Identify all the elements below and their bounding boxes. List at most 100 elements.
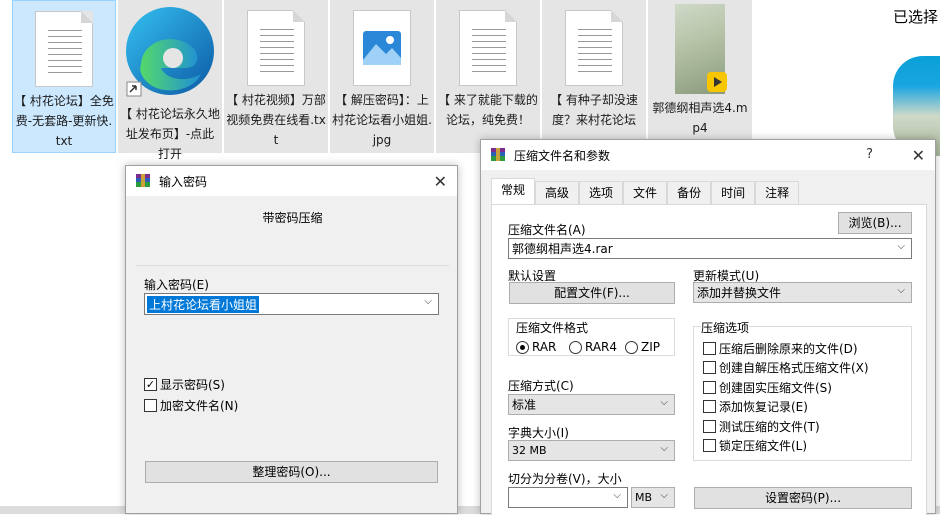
file-item[interactable]: 【 有种子却没速度？来村花论坛 [542, 0, 646, 153]
video-thumbnail [675, 4, 727, 94]
player-badge-icon [707, 72, 727, 92]
chevron-down-icon[interactable]: ⌵ [897, 285, 905, 296]
file-item[interactable]: 【 解压密码】：上村花论坛看小姐姐.jpg [330, 0, 434, 153]
tab-bar: 常规 高级 选项 文件 备份 时间 注释 [491, 178, 800, 205]
radio-icon[interactable] [516, 340, 529, 354]
radio-icon[interactable] [569, 340, 582, 354]
selection-info: 已选择 [893, 8, 939, 26]
text-file-icon [247, 10, 305, 86]
file-item[interactable]: 郭德纲相声选4.mp4 [648, 0, 752, 153]
checkbox-icon[interactable]: ✓ [144, 378, 157, 391]
option-sfx[interactable]: 创建自解压格式压缩文件(X) [703, 359, 869, 376]
method-select[interactable]: 标准 ⌵ [508, 394, 675, 415]
chevron-down-icon[interactable]: ⌵ [613, 490, 621, 501]
tab-backup[interactable]: 备份 [667, 181, 712, 205]
radio-icon[interactable] [625, 340, 638, 354]
dialog-heading: 带密码压缩 [262, 211, 323, 225]
file-name: 【 来了就能下载的论坛，纯免费！ [438, 93, 538, 127]
option-recovery-record[interactable]: 添加恢复记录(E) [703, 398, 808, 415]
format-radio-zip[interactable]: ZIP [625, 340, 660, 354]
profiles-button[interactable]: 配置文件(F)... [509, 282, 675, 304]
file-name: 【 村花论坛】全免费-无套路-更新快.txt [14, 94, 114, 148]
tab-files[interactable]: 文件 [623, 181, 668, 205]
checkbox-icon[interactable] [703, 420, 716, 433]
tab-options[interactable]: 选项 [579, 181, 624, 205]
tab-general[interactable]: 常规 [491, 178, 536, 205]
password-input[interactable]: 上村花论坛看小姐姐 ⌵ [144, 293, 439, 315]
password-label: 输入密码(E) [144, 278, 209, 292]
encrypt-names-checkbox[interactable]: 加密文件名(N) [144, 397, 238, 414]
show-password-checkbox[interactable]: ✓ 显示密码(S) [144, 376, 225, 393]
checkbox-icon[interactable] [703, 342, 716, 355]
file-name: 【 村花论坛永久地址发布页】-点此打开 [120, 107, 220, 161]
dialog-title: 压缩文件名和参数 [514, 148, 611, 163]
tab-comment[interactable]: 注释 [755, 181, 800, 205]
file-item[interactable]: 【 来了就能下载的论坛，纯免费！ [436, 0, 540, 153]
option-test[interactable]: 测试压缩的文件(T) [703, 418, 820, 435]
close-icon[interactable]: ✕ [434, 172, 447, 191]
update-mode-value: 添加并替换文件 [697, 286, 782, 300]
chevron-down-icon[interactable]: ⌵ [424, 296, 432, 307]
encrypt-names-label: 加密文件名(N) [160, 399, 239, 413]
option-label: 添加恢复记录(E) [719, 400, 808, 414]
format-radio-rar[interactable]: RAR [516, 340, 556, 354]
dict-size-select[interactable]: 32 MB ⌵ [508, 440, 675, 461]
format-zip-label: ZIP [641, 340, 660, 354]
chevron-down-icon[interactable]: ⌵ [897, 241, 905, 252]
close-icon[interactable]: ✕ [912, 146, 925, 165]
option-label: 创建自解压格式压缩文件(X) [719, 361, 869, 375]
option-label: 压缩后删除原来的文件(D) [719, 342, 858, 356]
checkbox-icon[interactable] [144, 399, 157, 412]
archive-name-value[interactable]: 郭德纲相声选4.rar [512, 240, 613, 257]
chevron-down-icon[interactable]: ⌵ [660, 490, 668, 501]
split-size-input[interactable]: ⌵ [508, 487, 628, 508]
image-file-icon [353, 10, 411, 86]
format-rar-label: RAR [532, 340, 557, 354]
split-unit-select[interactable]: MB ⌵ [631, 487, 675, 508]
format-label: 压缩文件格式 [516, 319, 589, 336]
format-rar4-label: RAR4 [585, 340, 618, 354]
option-label: 测试压缩的文件(T) [719, 420, 820, 434]
dict-size-value: 32 MB [512, 444, 547, 457]
file-list: 【 村花论坛】全免费-无套路-更新快.txt 【 村花论坛永久地址发布页】-点此… [0, 0, 940, 161]
file-item[interactable]: 【 村花论坛永久地址发布页】-点此打开 [118, 0, 222, 161]
set-password-button[interactable]: 设置密码(P)... [694, 487, 912, 509]
update-mode-select[interactable]: 添加并替换文件 ⌵ [693, 282, 912, 303]
checkbox-icon[interactable] [703, 361, 716, 374]
method-label: 压缩方式(C) [508, 379, 574, 393]
option-lock[interactable]: 锁定压缩文件(L) [703, 437, 807, 454]
option-label: 锁定压缩文件(L) [719, 439, 808, 453]
option-delete-after[interactable]: 压缩后删除原来的文件(D) [703, 340, 858, 357]
help-icon[interactable]: ? [866, 147, 873, 162]
option-label: 创建固实压缩文件(S) [719, 381, 832, 395]
dict-size-label: 字典大小(I) [508, 426, 569, 440]
archive-name-input[interactable]: 郭德纲相声选4.rar ⌵ [508, 238, 912, 259]
options-label: 压缩选项 [701, 319, 750, 336]
checkbox-icon[interactable] [703, 381, 716, 394]
organize-passwords-button[interactable]: 整理密码(O)... [145, 461, 438, 483]
dialog-titlebar: 输入密码 ✕ [126, 166, 457, 196]
tab-time[interactable]: 时间 [711, 181, 756, 205]
tab-advanced[interactable]: 高级 [535, 181, 580, 205]
chevron-down-icon[interactable]: ⌵ [660, 443, 668, 454]
archive-name-label: 压缩文件名(A) [508, 223, 586, 237]
file-name: 【 有种子却没速度？来村花论坛 [550, 93, 638, 127]
option-solid[interactable]: 创建固实压缩文件(S) [703, 379, 832, 396]
checkbox-icon[interactable] [703, 400, 716, 413]
checkbox-icon[interactable] [703, 439, 716, 452]
text-file-icon [565, 10, 623, 86]
dialog-title: 输入密码 [159, 174, 208, 189]
split-label: 切分为分卷(V)，大小 [508, 472, 622, 486]
text-file-icon [35, 11, 93, 87]
file-item[interactable]: 【 村花视频】万部视频免费在线看.txt [224, 0, 328, 153]
winrar-icon [136, 174, 150, 187]
file-item[interactable]: 【 村花论坛】全免费-无套路-更新快.txt [12, 0, 116, 153]
chevron-down-icon[interactable]: ⌵ [660, 397, 668, 408]
archive-dialog: 压缩文件名和参数 ? ✕ 常规 高级 选项 文件 备份 时间 注释 压缩文件名(… [480, 139, 936, 515]
show-password-label: 显示密码(S) [160, 378, 225, 392]
browse-button[interactable]: 浏览(B)... [838, 212, 912, 234]
file-name: 郭德纲相声选4.mp4 [652, 101, 748, 135]
file-name: 【 解压密码】：上村花论坛看小姐姐.jpg [332, 93, 432, 147]
password-value[interactable]: 上村花论坛看小姐姐 [147, 295, 260, 313]
format-radio-rar4[interactable]: RAR4 [569, 340, 617, 354]
